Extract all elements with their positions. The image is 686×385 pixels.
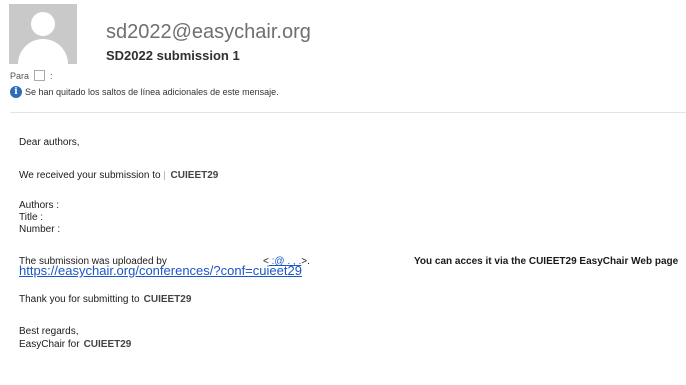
received-text: We received your submission to bbox=[19, 170, 161, 181]
conference-name: CUIEET29 bbox=[83, 339, 132, 350]
regards-line: Best regards, bbox=[19, 326, 79, 337]
signature-text: EasyChair for bbox=[19, 339, 80, 350]
info-bar[interactable]: i Se han quitado los saltos de línea adi… bbox=[10, 86, 279, 98]
thanks-line: Thank you for submitting to CUIEET29 bbox=[19, 294, 191, 306]
authors-line: Authors : bbox=[19, 200, 60, 211]
sender-avatar bbox=[9, 4, 77, 64]
conference-name: CUIEET29 bbox=[170, 170, 219, 181]
avatar-body-shape bbox=[18, 39, 68, 64]
recipient-chip[interactable] bbox=[34, 70, 46, 81]
to-label: Para bbox=[10, 70, 30, 81]
info-icon: i bbox=[10, 86, 22, 98]
conference-name: CUIEET29 bbox=[143, 294, 192, 305]
received-line: We received your submission to CUIEET29 bbox=[19, 170, 218, 182]
greeting-line: Dear authors, bbox=[19, 137, 80, 148]
conference-link[interactable]: https://easychair.org/conferences/?conf=… bbox=[19, 263, 302, 278]
thanks-text: Thank you for submitting to bbox=[19, 294, 140, 305]
number-line: Number : bbox=[19, 224, 61, 235]
email-subject: SD2022 submission 1 bbox=[106, 48, 240, 63]
signature-line: EasyChair for CUIEET29 bbox=[19, 339, 131, 351]
text-cursor-mark bbox=[163, 170, 167, 180]
sender-address[interactable]: sd2022@easychair.org bbox=[106, 20, 311, 44]
info-text: Se han quitado los saltos de línea adici… bbox=[25, 87, 279, 97]
access-text: You can acces it via the CUIEET29 EasyCh… bbox=[414, 256, 679, 267]
header-divider bbox=[10, 112, 686, 113]
recipient-row: Para : bbox=[10, 70, 53, 81]
title-line: Title : bbox=[19, 212, 44, 223]
email-close-bracket: >. bbox=[301, 256, 310, 267]
avatar-head-shape bbox=[31, 12, 55, 36]
recipient-value: : bbox=[50, 70, 53, 81]
